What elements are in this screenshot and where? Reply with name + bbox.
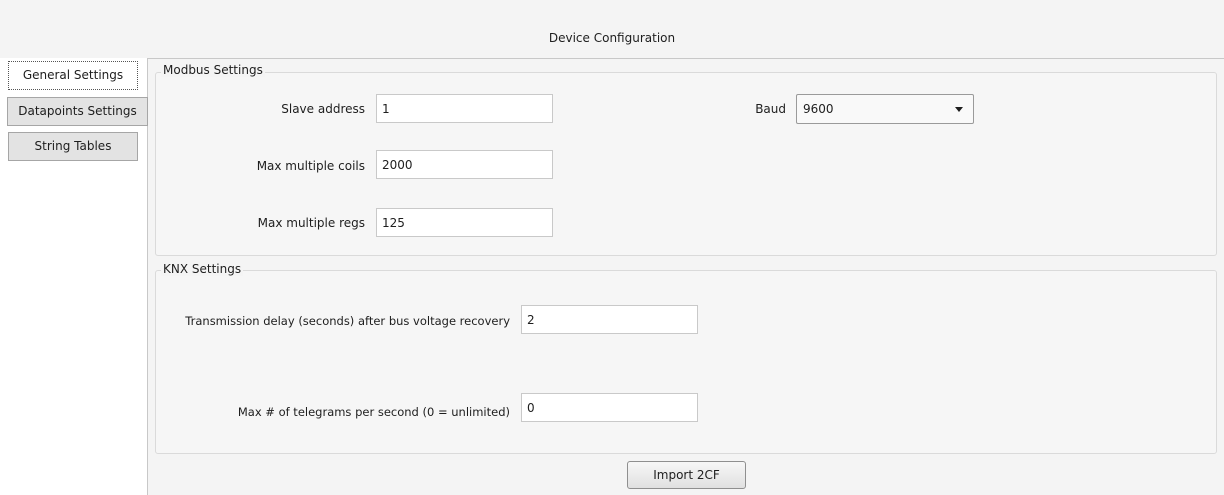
slave-address-field[interactable] [376, 94, 553, 123]
import-2cf-button[interactable]: Import 2CF [627, 461, 746, 489]
baud-label: Baud [755, 102, 786, 116]
window-title: Device Configuration [548, 31, 676, 45]
max-telegrams-field[interactable] [521, 393, 698, 422]
knx-settings-title: KNX Settings [161, 262, 244, 276]
max-telegrams-label: Max # of telegrams per second (0 = unlim… [237, 405, 510, 419]
title-bar: Device Configuration [0, 0, 1224, 58]
transmission-delay-field[interactable] [521, 305, 698, 334]
max-multiple-coils-label: Max multiple coils [256, 159, 365, 173]
max-multiple-regs-field[interactable] [376, 208, 553, 237]
baud-select-value: 9600 [803, 102, 834, 116]
modbus-settings-title: Modbus Settings [161, 63, 265, 77]
chevron-down-icon [955, 107, 963, 112]
tab-datapoints-settings[interactable]: Datapoints Settings [7, 97, 148, 126]
baud-select[interactable]: 9600 [796, 94, 974, 124]
tab-string-tables[interactable]: String Tables [8, 132, 138, 161]
transmission-delay-label: Transmission delay (seconds) after bus v… [185, 314, 510, 328]
slave-address-label: Slave address [281, 102, 365, 116]
tab-general-settings[interactable]: General Settings [8, 61, 138, 90]
knx-settings-group [155, 270, 1217, 454]
max-multiple-regs-label: Max multiple regs [257, 216, 365, 230]
max-multiple-coils-field[interactable] [376, 150, 553, 179]
